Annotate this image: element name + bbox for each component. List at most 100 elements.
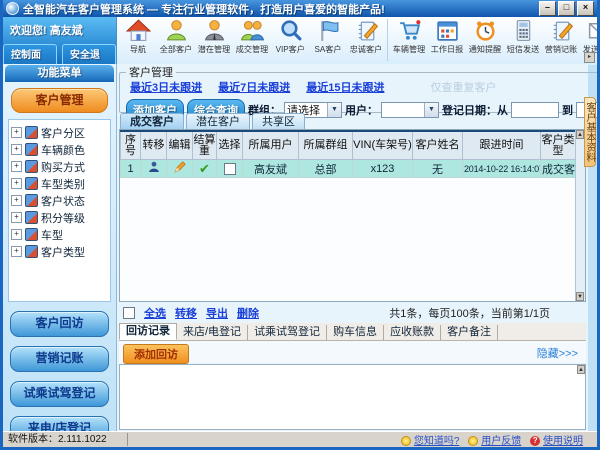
tree-item-customer-zone[interactable]: + 客户分区 — [11, 124, 108, 141]
toolbar-item-vehicle[interactable]: 车辆管理 — [391, 18, 427, 56]
transfer-link[interactable]: 转移 — [175, 305, 197, 321]
toolbar-item-marketing-ledger[interactable]: 营销记账 — [543, 18, 579, 56]
tab-receivables[interactable]: 应收账款 — [384, 325, 442, 340]
toolbar-item-notify[interactable]: 通知提醒 — [467, 18, 503, 56]
category-cube-icon — [25, 211, 38, 224]
daily-report-icon — [436, 21, 458, 41]
customer-visit-button[interactable]: 客户回访 — [10, 311, 109, 337]
row-group: 总部 — [298, 159, 353, 178]
category-cube-icon — [25, 194, 38, 207]
user-feedback-link[interactable]: 用户反馈 — [481, 436, 521, 447]
sidebar: 功能菜单 客户管理 + 客户分区 + 车辆颜色 + 购买方式 + 车型类别 + 客户状态 … — [3, 64, 117, 442]
customer-profile-vertical-tab[interactable]: 客户基本资料 — [584, 97, 596, 167]
table-row[interactable]: 1 ✔ 高友斌 总部 x123 无 2014-10-22 16:14:07 成交… — [120, 159, 576, 178]
user-filter-label: 用户： — [345, 105, 378, 117]
category-cube-icon — [25, 177, 38, 190]
notify-remind-icon — [475, 21, 495, 41]
link-3days-nofollow[interactable]: 最近3日未跟进 — [130, 79, 202, 95]
toolbar-item-send-mail[interactable]: 发送邮件 — [581, 18, 597, 56]
row-edit-cell[interactable] — [166, 159, 193, 178]
tab-store-call-register[interactable]: 来店/电登记 — [177, 325, 249, 340]
toolbar-item-vip[interactable]: VIP客户 — [272, 18, 308, 56]
chevron-down-icon: ▼ — [424, 103, 438, 117]
expand-icon[interactable]: + — [11, 161, 22, 172]
tree-item-points-level[interactable]: + 积分等级 — [11, 209, 108, 226]
visit-notes-area[interactable]: ▲ — [119, 364, 586, 430]
edit-pencil-icon — [173, 161, 186, 173]
scroll-down-icon[interactable]: ▼ — [576, 292, 584, 301]
minimize-button[interactable]: – — [539, 1, 556, 16]
tree-item-vehicle-color[interactable]: + 车辆颜色 — [11, 141, 108, 158]
help-icon: ? — [530, 436, 541, 447]
row-name: 无 — [412, 159, 463, 178]
title-bar: 全智能汽车客户管理系统 — 专注行业管理软件，打造用户喜爱的智能产品! – □ … — [3, 0, 597, 17]
tree-item-customer-status[interactable]: + 客户状态 — [11, 192, 108, 209]
export-link[interactable]: 导出 — [206, 305, 228, 321]
window-title: 全智能汽车客户管理系统 — 专注行业管理软件，打造用户喜爱的智能产品! — [23, 3, 385, 16]
expand-icon[interactable]: + — [11, 195, 22, 206]
tree-item-model-category[interactable]: + 车型类别 — [11, 175, 108, 192]
expand-icon[interactable]: + — [11, 127, 22, 138]
expand-icon[interactable]: + — [11, 212, 22, 223]
toolbar-item-loyal[interactable]: 忠诚客户 — [348, 18, 384, 56]
marketing-ledger-icon — [553, 21, 573, 41]
row-checkbox[interactable] — [223, 162, 236, 175]
user-select[interactable]: ▼ — [381, 102, 439, 118]
scroll-up-icon[interactable]: ▲ — [576, 130, 584, 139]
toolbar-item-all-customers[interactable]: 全部客户 — [158, 18, 194, 56]
expand-icon[interactable]: + — [11, 246, 22, 257]
bulb-icon — [401, 436, 412, 447]
loyal-customers-icon — [358, 21, 378, 41]
toolbar-item-nav[interactable]: 导航 — [120, 18, 156, 56]
toolbar-item-deal[interactable]: 成交管理 — [234, 18, 270, 56]
tab-purchase-info[interactable]: 购车信息 — [327, 325, 385, 340]
toolbar-overflow-button[interactable]: ▸ — [584, 52, 595, 63]
toolbar-item-sms[interactable]: 短信发送 — [505, 18, 541, 56]
test-drive-register-button[interactable]: 试乘试驾登记 — [10, 381, 109, 407]
date-to-label: 到 — [562, 105, 573, 117]
expand-icon[interactable]: + — [11, 229, 22, 240]
category-cube-icon — [25, 126, 38, 139]
pagination-info: 共1条，每页100条，当前第1/1页 — [389, 308, 550, 320]
potential-customers-icon — [204, 20, 224, 41]
deal-customers-icon — [240, 20, 264, 41]
row-settle-dup-cell: ✔ — [192, 159, 217, 178]
customer-mgmt-button[interactable]: 客户管理 — [11, 88, 108, 113]
category-cube-icon — [25, 160, 38, 173]
row-transfer-cell[interactable] — [140, 159, 167, 178]
usage-help-link[interactable]: 使用说明 — [543, 436, 583, 447]
tab-visit-records[interactable]: 回访记录 — [119, 323, 177, 340]
delete-link[interactable]: 删除 — [237, 305, 259, 321]
maximize-button[interactable]: □ — [558, 1, 575, 16]
all-customers-icon — [166, 20, 186, 41]
tree-item-purchase-method[interactable]: + 购买方式 — [11, 158, 108, 175]
link-7days-nofollow[interactable]: 最近7日未跟进 — [218, 79, 290, 95]
toolbar-item-potential[interactable]: 潜在管理 — [196, 18, 232, 56]
row-select-cell[interactable] — [216, 159, 243, 178]
toolbar-item-daily-report[interactable]: 工作日报 — [429, 18, 465, 56]
close-button[interactable]: × — [577, 1, 594, 16]
welcome-panel: 欢迎您! 高友斌 控制面板 安全退出 — [3, 17, 117, 78]
tree-item-model[interactable]: + 车型 — [11, 226, 108, 243]
select-all-link[interactable]: 全选 — [144, 305, 166, 321]
toolbar-item-sa[interactable]: SA客户 — [310, 18, 346, 56]
expand-icon[interactable]: + — [11, 144, 22, 155]
row-type: 成交客户 — [540, 159, 576, 178]
date-from-input[interactable] — [511, 102, 559, 118]
hide-link[interactable]: 隐藏>>> — [537, 345, 578, 361]
link-15days-nofollow[interactable]: 最近15日未跟进 — [306, 79, 384, 95]
groupbox-title: 客户管理 — [129, 67, 173, 79]
vehicle-mgmt-icon — [399, 20, 420, 40]
expand-icon[interactable]: + — [11, 178, 22, 189]
add-visit-button[interactable]: 添加回访 — [123, 344, 189, 364]
main-toolbar: 导航 全部客户 潜在管理 成交管理 VIP客户 SA客户 忠诚客户 车辆管理 工… — [117, 17, 597, 65]
select-all-checkbox[interactable] — [123, 307, 135, 319]
marketing-ledger-button[interactable]: 营销记账 — [10, 346, 109, 372]
tab-customer-notes[interactable]: 客户备注 — [441, 325, 499, 340]
customer-mgmt-groupbox: 客户管理 最近3日未跟进 最近7日未跟进 最近15日未跟进 仅查重复客户 添加客… — [119, 64, 597, 121]
detail-tabs: 回访记录 来店/电登记 试乘试驾登记 购车信息 应收账款 客户备注 — [119, 323, 586, 341]
tab-test-drive-register[interactable]: 试乘试驾登记 — [248, 325, 328, 340]
tree-item-customer-type[interactable]: + 客户类型 — [11, 243, 108, 260]
app-window: 全智能汽车客户管理系统 — 专注行业管理软件，打造用户喜爱的智能产品! – □ … — [0, 0, 600, 450]
did-you-know-link[interactable]: 您知道吗? — [414, 436, 460, 447]
